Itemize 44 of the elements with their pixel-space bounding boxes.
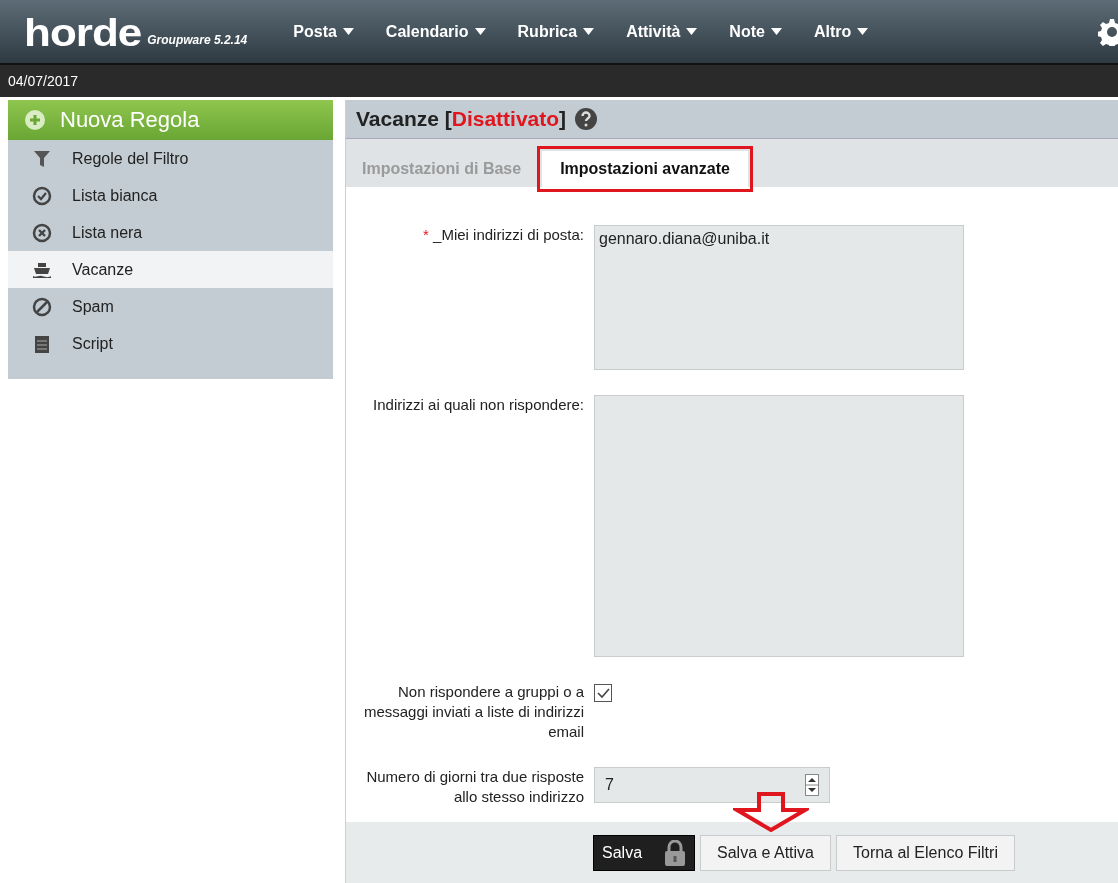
plus-circle-icon	[24, 109, 46, 131]
product-version: Groupware 5.2.14	[147, 32, 248, 47]
sidebar-item[interactable]: Vacanze	[8, 251, 333, 288]
settings-icon[interactable]	[1098, 17, 1118, 46]
help-icon[interactable]	[574, 107, 599, 131]
tab[interactable]: Impostazioni avanzate	[542, 151, 748, 187]
nav-menu[interactable]: Calendario	[369, 17, 502, 46]
funnel-icon	[32, 148, 52, 169]
document-icon	[32, 333, 52, 354]
caret-icon	[770, 28, 782, 35]
x-circle-icon	[32, 222, 52, 243]
sidebar-item[interactable]: Spam	[8, 288, 333, 325]
address-field[interactable]	[594, 395, 964, 657]
action-button[interactable]: Salva e Attiva	[700, 834, 831, 871]
caret-icon	[583, 28, 595, 35]
caret-icon	[857, 28, 869, 35]
nav-menu[interactable]: Rubrica	[501, 17, 611, 46]
page-title: Vacanze [Disattivato]	[356, 107, 567, 131]
check-circle-icon	[32, 185, 52, 206]
sidebar-item[interactable]: Lista bianca	[8, 177, 333, 214]
padlock-icon	[664, 839, 687, 866]
address-field[interactable]: gennaro.diana@uniba.it	[594, 225, 964, 370]
checkbox[interactable]	[594, 684, 612, 702]
nav-menu[interactable]: Note	[713, 17, 798, 46]
caret-icon	[686, 28, 698, 35]
field-label: * _Miei indirizzi di posta:	[422, 225, 584, 245]
sidebar-item[interactable]: Lista nera	[8, 214, 333, 251]
caret-icon	[342, 28, 354, 35]
field-label: Indirizzi ai quali non rispondere:	[372, 395, 584, 415]
nav-menu[interactable]: Attività	[610, 17, 714, 46]
caret-icon	[474, 28, 486, 35]
no-entry-icon	[32, 296, 52, 317]
number-field[interactable]: 7	[594, 767, 830, 803]
save-button[interactable]: Salva	[593, 834, 696, 871]
nav-menu[interactable]: Altro	[797, 17, 885, 46]
nav-menu[interactable]: Posta	[277, 17, 370, 46]
spinner-icon[interactable]	[805, 774, 819, 796]
field-label: Non rispondere a gruppi o a messaggi inviati a liste di indirizzi email	[362, 682, 584, 742]
action-button[interactable]: Torna al Elenco Filtri	[836, 834, 1015, 871]
sidebar-item[interactable]: Regole del Filtro	[8, 140, 333, 177]
sidebar-item[interactable]: Script	[8, 325, 333, 362]
logo-text: horde	[24, 11, 142, 52]
date-bar: 04/07/2017	[0, 63, 1118, 97]
field-label: Numero di giorni tra due risposte allo stesso indirizzo	[365, 767, 584, 807]
